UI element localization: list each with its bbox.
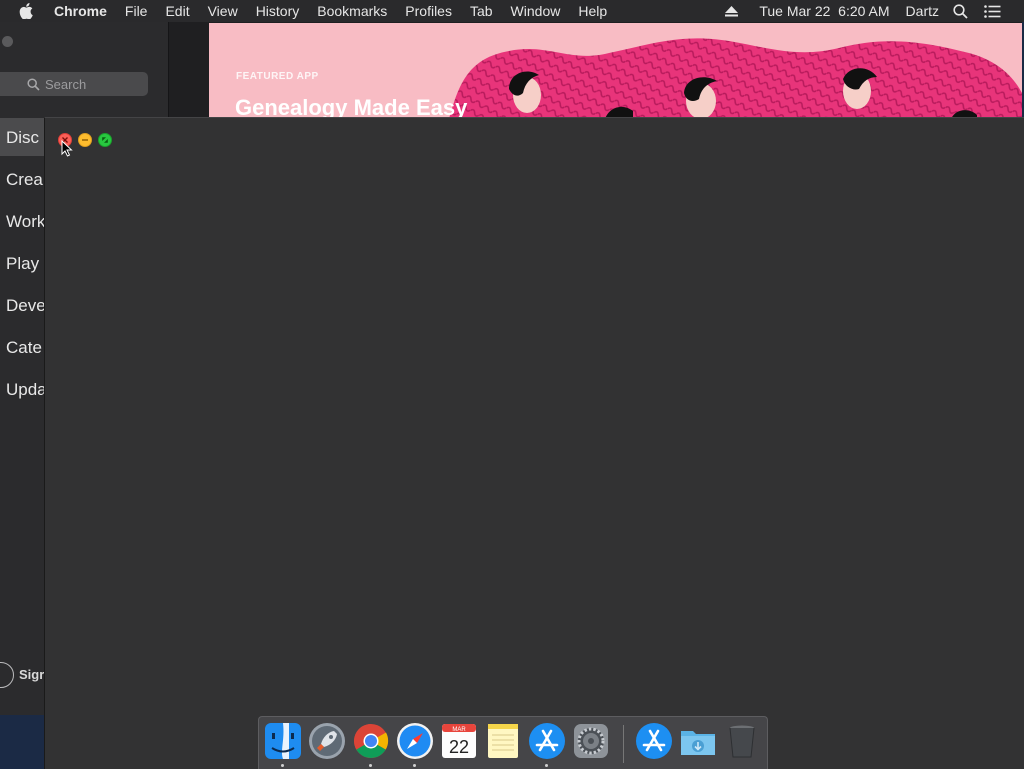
menu-edit[interactable]: Edit [165, 0, 189, 22]
menu-help[interactable]: Help [578, 0, 607, 22]
menu-window[interactable]: Window [511, 0, 561, 22]
downloads-folder-icon [681, 731, 715, 755]
fullscreen-arrows-icon [102, 137, 108, 143]
app-store-icon [529, 723, 565, 759]
dock-finder[interactable] [264, 722, 302, 760]
app-store-icon [636, 723, 672, 759]
featured-label: FEATURED APP [236, 71, 319, 82]
menu-history[interactable]: History [256, 0, 300, 22]
dock-running-indicator-app-store [545, 764, 548, 767]
nav-develop[interactable]: Deve [6, 296, 46, 316]
window-control-inactive[interactable] [2, 36, 13, 47]
dock-running-indicator-chrome [369, 764, 372, 767]
dock-launchpad[interactable] [308, 722, 346, 760]
finder-icon [265, 723, 301, 759]
safari-compass-icon [397, 723, 433, 759]
menu-app-name[interactable]: Chrome [54, 0, 107, 22]
menu-bookmarks[interactable]: Bookmarks [317, 0, 387, 22]
dock-system-preferences[interactable] [572, 722, 610, 760]
menu-profiles[interactable]: Profiles [405, 0, 452, 22]
nav-discover[interactable]: Disc [6, 128, 39, 148]
spotlight-search-icon[interactable] [953, 3, 968, 19]
app-store-search-field[interactable]: Search [0, 72, 148, 96]
nav-work[interactable]: Work [6, 212, 45, 232]
dock-trash[interactable] [723, 722, 761, 760]
nav-play[interactable]: Play [6, 254, 39, 274]
trash-icon [729, 725, 755, 758]
launchpad-rocket-icon [309, 723, 345, 759]
zoom-button[interactable] [98, 133, 112, 147]
dock: MAR 22 [258, 716, 768, 769]
dock-calendar[interactable]: MAR 22 [440, 722, 478, 760]
calendar-day: 22 [449, 737, 469, 757]
calendar-icon: MAR 22 [442, 724, 476, 758]
dock-separator [623, 725, 624, 763]
account-avatar-icon[interactable] [0, 662, 14, 688]
search-placeholder: Search [45, 76, 87, 92]
menu-file[interactable]: File [125, 0, 148, 22]
search-icon [27, 77, 40, 91]
nav-categories[interactable]: Cate [6, 338, 42, 358]
dock-chrome[interactable] [352, 722, 390, 760]
menu-bar: Chrome File Edit View History Bookmarks … [0, 0, 1024, 22]
dock-downloads[interactable] [679, 722, 717, 760]
dock-running-indicator-finder [281, 764, 284, 767]
menu-view[interactable]: View [208, 0, 238, 22]
dock-app-store-recent[interactable] [635, 722, 673, 760]
chrome-icon [354, 724, 389, 758]
gear-icon [574, 724, 608, 758]
calendar-month: MAR [452, 727, 466, 733]
featured-headline: Genealogy Made Easy [235, 95, 468, 119]
minimize-button[interactable] [78, 133, 92, 147]
dock-app-store[interactable] [528, 722, 566, 760]
menu-tab[interactable]: Tab [470, 0, 493, 22]
featured-app-banner[interactable]: FEATURED APP Genealogy Made Easy [209, 23, 1022, 119]
notification-center-icon[interactable] [984, 4, 1001, 18]
menubar-datetime[interactable]: Tue Mar 22 6:20 AM [759, 0, 889, 22]
dock-notes[interactable] [484, 722, 522, 760]
dock-running-indicator-safari [413, 764, 416, 767]
dock-safari[interactable] [396, 722, 434, 760]
eject-icon[interactable] [725, 5, 739, 17]
menubar-user[interactable]: Dartz [906, 0, 939, 22]
mouse-pointer-icon [61, 140, 73, 157]
nav-updates[interactable]: Upda [6, 380, 47, 400]
minimize-dash-icon [82, 139, 88, 141]
nav-create[interactable]: Crea [6, 170, 43, 190]
chrome-window [44, 117, 1024, 769]
sign-in-label[interactable]: Sigr [19, 667, 44, 682]
notes-icon [488, 724, 518, 758]
apple-icon[interactable] [19, 0, 37, 22]
